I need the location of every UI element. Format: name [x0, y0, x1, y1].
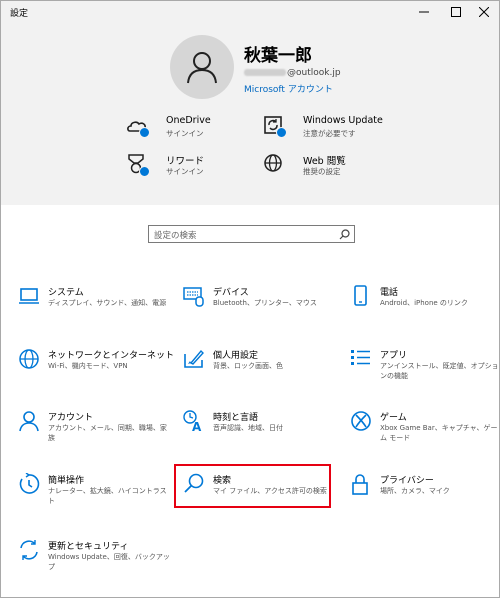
minimize-icon — [419, 11, 429, 13]
person-icon — [19, 411, 39, 432]
category-title: アカウント — [48, 413, 94, 423]
minimize-button[interactable] — [409, 1, 439, 23]
category-subtitle: 音声認識、地域、日付 — [213, 424, 283, 432]
settings-window: 設定 秋葉一郎 @outlook.jp Microsoft アカウント OneD… — [0, 0, 500, 598]
category-subtitle: アカウント、メール、同期、職場、家族 — [48, 424, 167, 442]
user-icon — [187, 52, 217, 84]
quick-link-web-browsing[interactable]: Web 閲覧 推奨の設定 — [263, 153, 463, 187]
settings-search-input[interactable]: 設定の検索 — [148, 225, 355, 243]
lock-icon — [352, 474, 368, 495]
category-apps[interactable]: アプリ アンインストール、既定値、オプションの機能 — [350, 348, 499, 394]
quick-link-subtitle: サインイン — [166, 167, 204, 176]
avatar[interactable] — [170, 35, 234, 99]
category-phone[interactable]: 電話 Android、iPhone のリンク — [350, 285, 499, 331]
quick-link-windows-update[interactable]: Windows Update 注意が必要です — [263, 115, 463, 149]
ease-of-access-icon — [19, 473, 40, 494]
onedrive-icon — [126, 115, 150, 139]
close-button[interactable] — [469, 1, 499, 23]
category-subtitle: 背景、ロック画面、色 — [213, 362, 283, 370]
microsoft-account-link[interactable]: Microsoft アカウント — [244, 82, 333, 95]
category-system[interactable]: システム ディスプレイ、サウンド、通知、電源 — [18, 285, 168, 331]
search-placeholder: 設定の検索 — [154, 231, 197, 241]
xbox-icon — [351, 411, 371, 431]
category-subtitle: 場所、カメラ、マイク — [380, 487, 450, 495]
user-email: @outlook.jp — [244, 68, 341, 78]
account-header: 秋葉一郎 @outlook.jp Microsoft アカウント OneDriv… — [1, 23, 499, 205]
category-subtitle: ディスプレイ、サウンド、通知、電源 — [48, 299, 167, 307]
category-title: システム — [48, 288, 84, 298]
category-devices[interactable]: デバイス Bluetooth、プリンター、マウス — [183, 285, 333, 331]
category-gaming[interactable]: ゲーム Xbox Game Bar、キャプチャ、ゲーム モード — [350, 410, 499, 456]
quick-link-title: Web 閲覧 — [303, 156, 346, 167]
category-subtitle: アンインストール、既定値、オプションの機能 — [380, 362, 499, 380]
quick-link-subtitle: 推奨の設定 — [303, 167, 341, 176]
rewards-icon — [126, 153, 150, 177]
maximize-icon — [451, 7, 461, 17]
personalization-icon — [184, 349, 204, 368]
user-name: 秋葉一郎 — [244, 46, 312, 66]
category-title: デバイス — [213, 288, 249, 298]
svg-text:A: A — [192, 420, 202, 432]
quick-link-title: OneDrive — [166, 115, 211, 126]
quick-link-title: リワード — [166, 156, 205, 167]
maximize-button[interactable] — [441, 1, 471, 23]
category-title: プライバシー — [380, 476, 434, 486]
window-title: 設定 — [10, 9, 29, 19]
category-subtitle: Bluetooth、プリンター、マウス — [213, 299, 317, 307]
category-title: ネットワークとインターネット — [48, 351, 175, 361]
category-privacy[interactable]: プライバシー 場所、カメラ、マイク — [350, 473, 499, 519]
title-bar: 設定 — [1, 1, 499, 23]
email-redacted — [244, 69, 286, 76]
category-subtitle: Windows Update、回復、バックアップ — [48, 553, 170, 571]
category-subtitle: Xbox Game Bar、キャプチャ、ゲーム モード — [380, 424, 498, 442]
category-subtitle: ナレーター、拡大鏡、ハイコントラスト — [48, 487, 167, 505]
category-ease-of-access[interactable]: 簡単操作 ナレーター、拡大鏡、ハイコントラスト — [18, 473, 168, 519]
category-title: ゲーム — [380, 413, 407, 423]
devices-icon — [183, 287, 204, 307]
category-subtitle: Wi-Fi、機内モード、VPN — [48, 362, 128, 370]
quick-link-subtitle: 注意が必要です — [303, 129, 356, 138]
category-title: 簡単操作 — [48, 476, 85, 486]
category-title: 更新とセキュリティ — [48, 542, 129, 552]
time-language-icon: A — [183, 410, 202, 432]
highlight-box — [174, 464, 331, 508]
category-title: 個人用設定 — [213, 351, 259, 361]
web-browsing-icon — [263, 153, 287, 177]
update-security-icon — [20, 540, 38, 560]
quick-link-title: Windows Update — [303, 115, 383, 126]
globe-icon — [19, 349, 39, 369]
search-icon — [339, 229, 350, 240]
apps-icon — [351, 350, 370, 365]
category-title: 電話 — [380, 288, 399, 298]
category-title: 時刻と言語 — [213, 413, 259, 423]
category-accounts[interactable]: アカウント アカウント、メール、同期、職場、家族 — [18, 410, 168, 456]
category-update-security[interactable]: 更新とセキュリティ Windows Update、回復、バックアップ — [18, 539, 170, 585]
category-title: アプリ — [380, 351, 408, 361]
quick-link-subtitle: サインイン — [166, 129, 204, 138]
phone-icon — [354, 285, 367, 306]
laptop-icon — [19, 288, 39, 304]
category-network[interactable]: ネットワークとインターネット Wi-Fi、機内モード、VPN — [18, 348, 174, 394]
category-subtitle: Android、iPhone のリンク — [380, 299, 468, 307]
category-personalization[interactable]: 個人用設定 背景、ロック画面、色 — [183, 348, 333, 394]
close-icon — [479, 7, 489, 17]
windows-update-icon — [263, 115, 287, 139]
category-time-language[interactable]: A 時刻と言語 音声認識、地域、日付 — [183, 410, 333, 456]
